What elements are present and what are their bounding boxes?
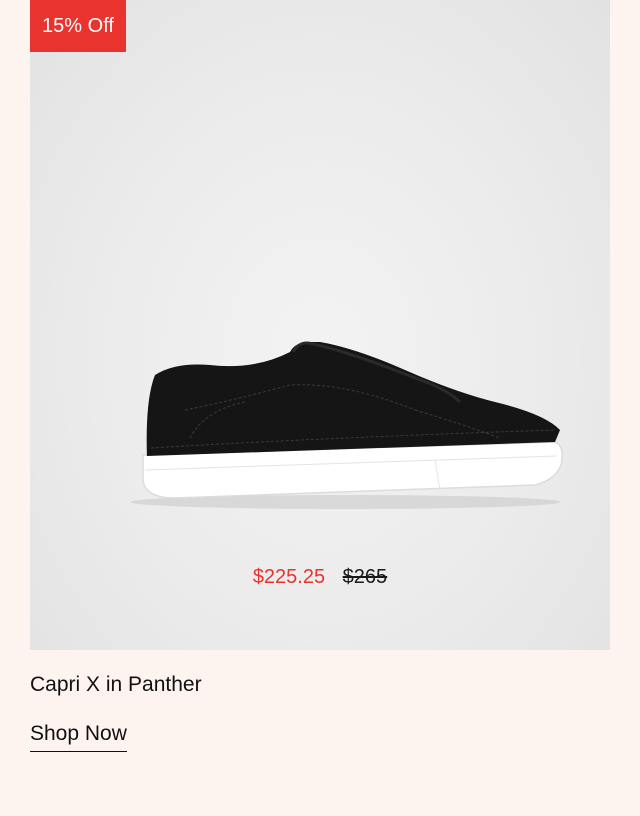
original-price: $265 — [342, 566, 388, 588]
discount-badge: 15% Off — [30, 0, 126, 52]
sale-price: $225.25 — [252, 566, 326, 588]
product-image[interactable] — [30, 0, 610, 650]
price-row: $225.25 $265 — [0, 564, 640, 590]
product-name[interactable]: Capri X in Panther — [30, 671, 202, 699]
shop-now-link[interactable]: Shop Now — [30, 720, 127, 752]
sneaker-image — [130, 341, 563, 509]
